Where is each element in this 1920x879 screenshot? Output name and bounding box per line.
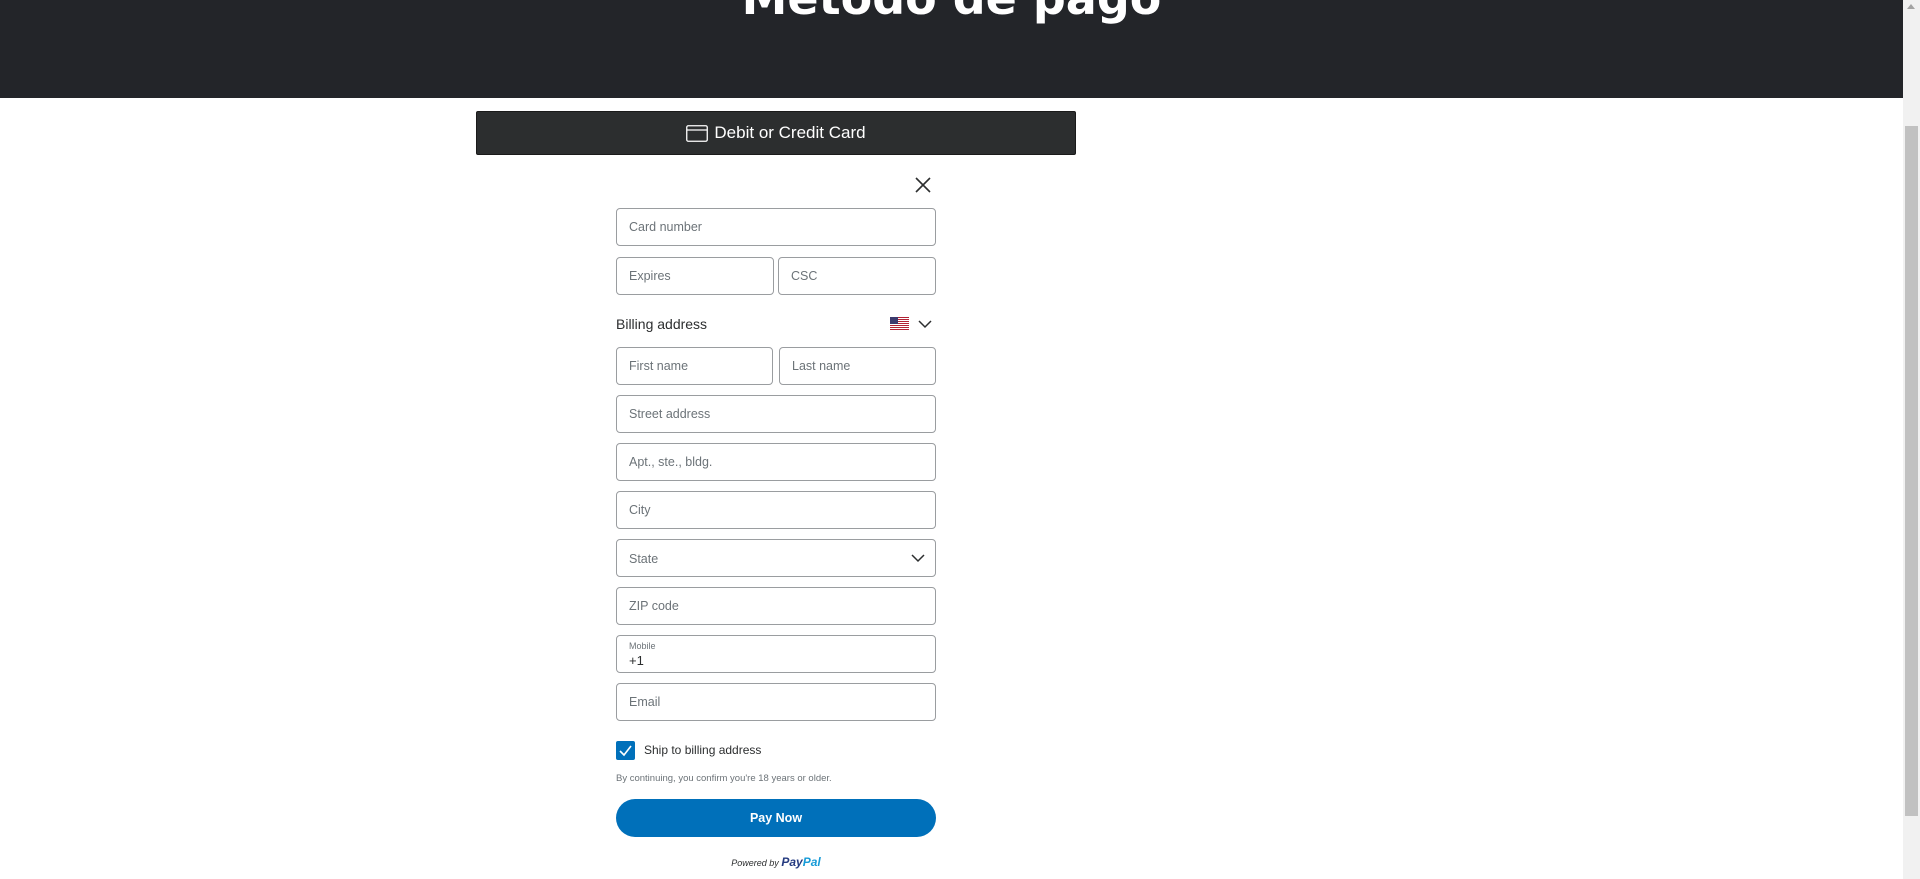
card-option-label: Debit or Credit Card	[714, 123, 866, 142]
card-number-input[interactable]	[617, 209, 935, 245]
paypal-logo-pal: Pal	[802, 855, 821, 869]
state-select-label: State	[629, 552, 659, 566]
expires-input[interactable]	[617, 258, 773, 294]
ship-to-billing-label: Ship to billing address	[644, 743, 762, 757]
apt-input[interactable]	[617, 444, 935, 480]
zip-code-field[interactable]	[616, 587, 936, 625]
email-field[interactable]	[616, 683, 936, 721]
paypal-logo-pay: Pay	[781, 855, 803, 869]
scrollbar-thumb[interactable]	[1905, 126, 1918, 816]
city-input[interactable]	[617, 492, 935, 528]
powered-by-text: Powered by	[731, 858, 779, 868]
page-title: Método de pago	[0, 0, 1903, 24]
us-flag-icon	[890, 317, 909, 330]
pay-now-button[interactable]: Pay Now	[616, 799, 936, 837]
billing-address-label: Billing address	[616, 316, 708, 332]
checkmark-icon	[619, 745, 632, 757]
zip-code-input[interactable]	[617, 588, 935, 624]
city-field[interactable]	[616, 491, 936, 529]
state-select[interactable]: State	[616, 539, 936, 577]
vertical-scrollbar[interactable]	[1903, 0, 1920, 879]
expires-field[interactable]	[616, 257, 774, 295]
first-name-input[interactable]	[617, 348, 772, 384]
chevron-down-icon	[918, 319, 932, 328]
close-icon[interactable]	[913, 175, 933, 195]
mobile-label: Mobile	[629, 641, 656, 651]
csc-field[interactable]	[778, 257, 936, 295]
scroll-up-arrow-icon[interactable]	[1907, 4, 1915, 9]
last-name-field[interactable]	[779, 347, 936, 385]
first-name-field[interactable]	[616, 347, 773, 385]
paypal-logo: PayPal	[781, 855, 820, 869]
mobile-prefix: +1	[629, 653, 644, 668]
apt-field[interactable]	[616, 443, 936, 481]
chevron-down-icon	[911, 554, 925, 563]
ship-to-billing-checkbox[interactable]	[616, 741, 635, 760]
last-name-input[interactable]	[780, 348, 935, 384]
street-address-field[interactable]	[616, 395, 936, 433]
page-header: Método de pago	[0, 0, 1903, 98]
age-confirmation-text: By continuing, you confirm you're 18 yea…	[616, 773, 832, 784]
debit-credit-card-button[interactable]: Debit or Credit Card	[476, 111, 1076, 155]
country-selector[interactable]	[890, 317, 932, 330]
street-address-input[interactable]	[617, 396, 935, 432]
powered-by-paypal: Powered by PayPal	[616, 855, 936, 869]
email-input[interactable]	[617, 684, 935, 720]
credit-card-icon	[686, 124, 709, 142]
csc-input[interactable]	[779, 258, 935, 294]
mobile-field[interactable]: Mobile +1	[616, 635, 936, 673]
card-number-field[interactable]	[616, 208, 936, 246]
